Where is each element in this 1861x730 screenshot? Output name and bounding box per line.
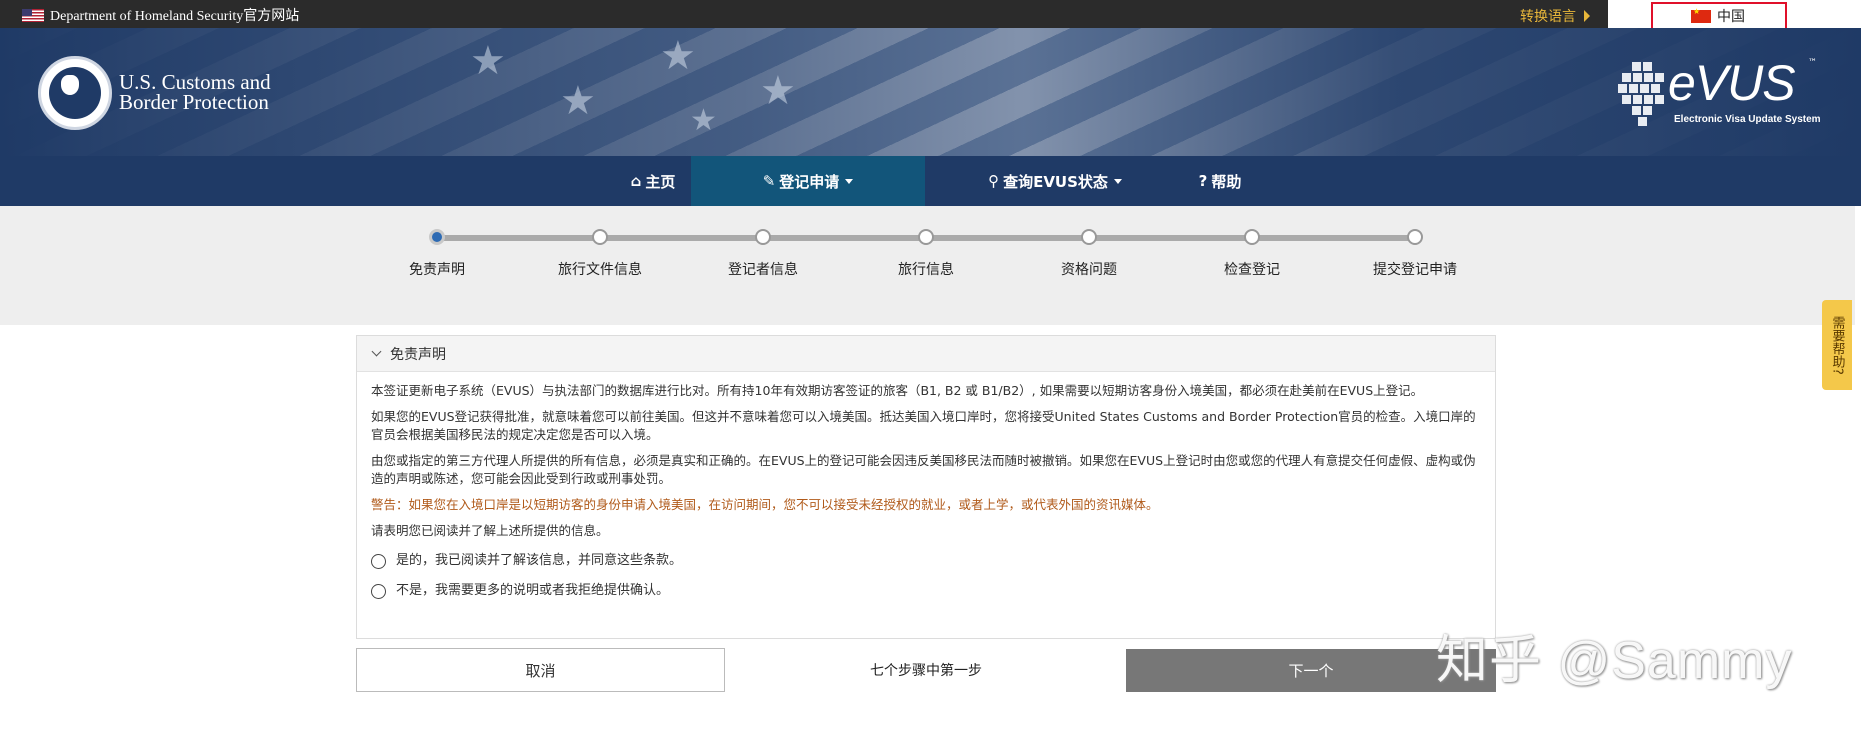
home-icon: ⌂ [630, 172, 642, 190]
step-marker [1081, 229, 1097, 245]
disclaimer-paragraph: 如果您的EVUS登记获得批准，就意味着您可以前往美国。但这并不意味着您可以入境美… [371, 409, 1476, 442]
main-nav: ⌂ 主页 ✎ 登记申请 ⚲ 查询EVUS状态 ? 帮助 [0, 156, 1861, 206]
dhs-seal-logo[interactable] [38, 56, 112, 130]
chevron-down-icon [371, 346, 382, 357]
radio-yes[interactable] [371, 553, 386, 569]
step-label-review: 检查登记 [1224, 262, 1280, 278]
official-site-notice: Department of Homeland Security官方网站 [22, 5, 299, 25]
official-site-text: Department of Homeland Security官方网站 [50, 9, 300, 24]
option-yes-label[interactable]: 是的，我已阅读并了解该信息，并同意这些条款。 [396, 552, 682, 570]
option-no-label[interactable]: 不是，我需要更多的说明或者我拒绝提供确认。 [396, 582, 669, 600]
option-no-row[interactable]: 不是，我需要更多的说明或者我拒绝提供确认。 [371, 582, 1481, 600]
step-label-submit: 提交登记申请 [1373, 262, 1457, 278]
disclaimer-paragraph: 由您或指定的第三方代理人所提供的所有信息，必须是真实和正确的。在EVUS上的登记… [371, 453, 1476, 486]
confirm-prompt: 请表明您已阅读并了解上述所提供的信息。 [371, 523, 609, 538]
disclaimer-panel-header[interactable]: 免责声明 [357, 336, 1495, 372]
watermark: 知乎 @Sammy [1436, 632, 1793, 690]
step-label-applicant-info: 登记者信息 [728, 262, 798, 278]
step-label-disclaimer: 免责声明 [409, 262, 465, 278]
nav-help[interactable]: ? 帮助 [1180, 156, 1260, 206]
step-label-travel-documents: 旅行文件信息 [558, 262, 642, 278]
eagle-icon [61, 75, 79, 95]
disclaimer-paragraph: 本签证更新电子系统（EVUS）与执法部门的数据库进行比对。所有持10年有效期访客… [371, 383, 1424, 398]
need-help-tab[interactable]: 需要帮助? [1822, 300, 1852, 390]
switch-language-label: 转换语言 [1520, 9, 1576, 25]
cancel-button[interactable]: 取消 [356, 648, 725, 692]
chevron-down-icon [845, 178, 854, 184]
agency-title[interactable]: U.S. Customs and Border Protection [119, 72, 271, 113]
evus-subtitle: Electronic Visa Update System [1674, 114, 1821, 125]
step-counter: 七个步骤中第一步 [870, 663, 982, 679]
pencil-icon: ✎ [762, 172, 776, 190]
search-icon: ⚲ [988, 172, 1000, 190]
step-marker [1407, 229, 1423, 245]
panel-title: 免责声明 [390, 346, 446, 363]
step-marker [755, 229, 771, 245]
nav-check-status[interactable]: ⚲ 查询EVUS状态 [975, 156, 1135, 206]
progress-stepper: 免责声明 旅行文件信息 登记者信息 旅行信息 资格问题 检查登记 提交登记申请 [0, 206, 1855, 325]
star-decoration: ★ [470, 38, 506, 84]
radio-no[interactable] [371, 583, 386, 599]
star-decoration: ★ [690, 103, 717, 138]
step-marker [1244, 229, 1260, 245]
star-decoration: ★ [560, 78, 596, 124]
question-circle-icon: ? [1198, 172, 1208, 190]
option-yes-row[interactable]: 是的，我已阅读并了解该信息，并同意这些条款。 [371, 552, 1481, 570]
step-label-eligibility: 资格问题 [1061, 262, 1117, 278]
warning-text: 警告：如果您在入境口岸是以短期访客的身份申请入境美国，在访问期间，您不可以接受未… [371, 497, 1159, 512]
evus-logo[interactable]: eVUS ™ Electronic Visa Update System [1612, 54, 1822, 134]
top-utility-bar: Department of Homeland Security官方网站 转换语言… [0, 0, 1861, 28]
star-decoration: ★ [660, 33, 696, 79]
nav-register-application[interactable]: ✎ 登记申请 [691, 156, 925, 206]
trademark-mark: ™ [1808, 58, 1817, 68]
evus-grid-icon [1612, 54, 1670, 134]
star-decoration: ★ [760, 68, 796, 114]
switch-language-link[interactable]: 转换语言 [1520, 6, 1590, 26]
step-marker-current [429, 229, 445, 245]
us-flag-icon [22, 8, 44, 22]
header-banner: ★ ★ ★ ★ ★ U.S. Customs and Border Protec… [0, 28, 1861, 156]
disclaimer-panel: 免责声明 本签证更新电子系统（EVUS）与执法部门的数据库进行比对。所有持10年… [356, 335, 1496, 639]
chevron-down-icon [1113, 178, 1122, 184]
disclaimer-body: 本签证更新电子系统（EVUS）与执法部门的数据库进行比对。所有持10年有效期访客… [357, 372, 1495, 600]
caret-right-icon [1584, 10, 1590, 22]
need-help-label: 需要帮助? [1829, 315, 1845, 375]
step-marker [592, 229, 608, 245]
step-marker [918, 229, 934, 245]
evus-wordmark: eVUS [1668, 55, 1796, 111]
step-label-travel-info: 旅行信息 [898, 262, 954, 278]
